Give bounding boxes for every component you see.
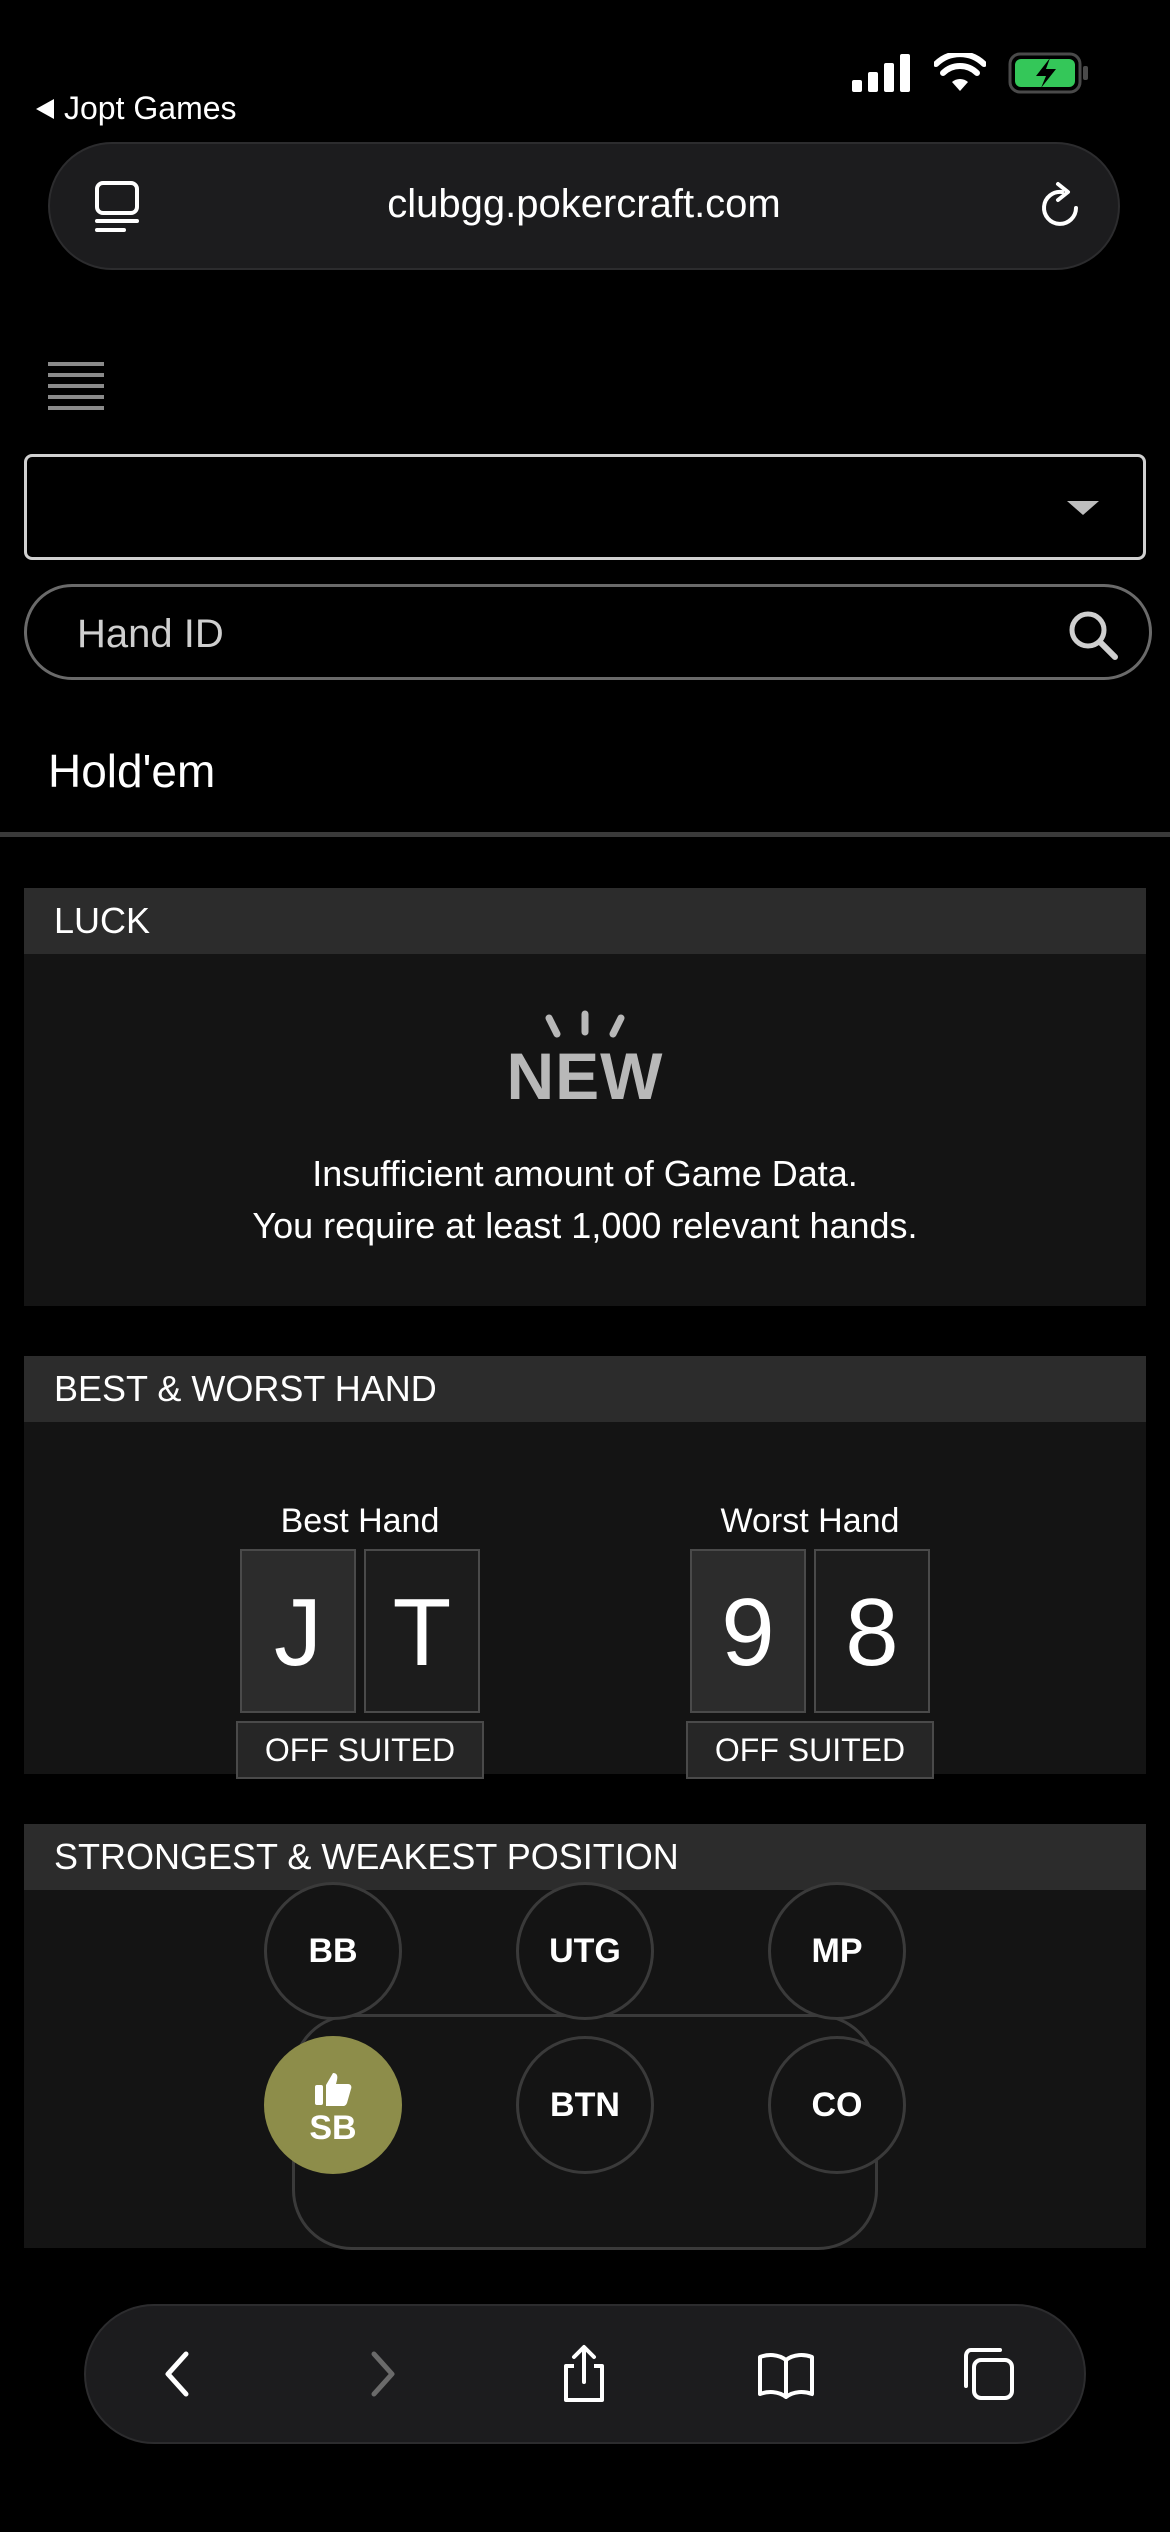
strongest-weakest-position-card: STRONGEST & WEAKEST POSITION BB UTG MP S… xyxy=(24,1824,1146,2250)
share-icon[interactable] xyxy=(554,2344,614,2404)
back-icon[interactable] xyxy=(148,2344,208,2404)
best-hand-card-2: T xyxy=(364,1549,480,1713)
tabs-icon[interactable] xyxy=(958,2344,1018,2404)
luck-message-line1: Insufficient amount of Game Data. xyxy=(312,1153,858,1194)
best-worst-hand-card: BEST & WORST HAND Best Hand J T OFF SUIT… xyxy=(24,1356,1146,1779)
wifi-icon xyxy=(934,53,986,91)
worst-hand-type: OFF SUITED xyxy=(686,1721,934,1779)
back-triangle-icon xyxy=(36,98,54,119)
worst-hand-card-2: 8 xyxy=(814,1549,930,1713)
seat-co: CO xyxy=(768,2036,906,2174)
luck-message-line2: You require at least 1,000 relevant hand… xyxy=(252,1205,918,1246)
reload-icon[interactable] xyxy=(1032,180,1088,236)
best-hand-card-1: J xyxy=(240,1549,356,1713)
seat-bb: BB xyxy=(264,1882,402,2020)
best-worst-card-title: BEST & WORST HAND xyxy=(24,1356,1146,1422)
search-icon[interactable] xyxy=(1067,609,1119,661)
seat-sb-label: SB xyxy=(309,2109,357,2147)
thumbs-up-icon xyxy=(315,2073,352,2106)
luck-card-title: LUCK xyxy=(24,888,1146,954)
seat-btn: BTN xyxy=(516,2036,654,2174)
luck-card: LUCK NEW Insufficient amount of Game Dat… xyxy=(24,888,1146,1306)
battery-charging-icon xyxy=(1008,52,1088,94)
back-app-label: Jopt Games xyxy=(64,90,237,126)
position-card-title: STRONGEST & WEAKEST POSITION xyxy=(24,1824,1146,1890)
club-select-dropdown[interactable] xyxy=(24,454,1146,560)
worst-hand-card-1: 9 xyxy=(690,1549,806,1713)
seat-mp: MP xyxy=(768,1882,906,2020)
seat-sb-strongest: SB xyxy=(264,2036,402,2174)
new-badge: NEW xyxy=(24,1010,1146,1114)
best-hand-type: OFF SUITED xyxy=(236,1721,484,1779)
address-bar[interactable]: clubgg.pokercraft.com xyxy=(48,142,1120,270)
hamburger-menu-icon[interactable] xyxy=(48,362,104,417)
worst-hand: Worst Hand 9 8 OFF SUITED xyxy=(686,1502,934,1779)
bookmarks-icon[interactable] xyxy=(756,2344,816,2404)
section-divider xyxy=(0,832,1170,837)
hand-id-input[interactable] xyxy=(75,603,979,665)
best-hand: Best Hand J T OFF SUITED xyxy=(236,1502,484,1779)
seat-utg: UTG xyxy=(516,1882,654,2020)
forward-icon[interactable] xyxy=(352,2344,412,2404)
luck-message: Insufficient amount of Game Data. You re… xyxy=(24,1148,1146,1252)
worst-hand-label: Worst Hand xyxy=(720,1502,900,1540)
redacted-selection xyxy=(57,457,503,527)
new-badge-text: NEW xyxy=(506,1039,664,1113)
game-type-title: Hold'em xyxy=(48,745,216,797)
chevron-down-icon xyxy=(1067,501,1099,515)
best-hand-label: Best Hand xyxy=(280,1502,440,1540)
hand-id-search[interactable] xyxy=(24,584,1152,680)
back-to-app-link[interactable]: Jopt Games xyxy=(36,90,237,127)
signal-icon xyxy=(852,54,910,92)
browser-toolbar xyxy=(84,2304,1086,2444)
status-icons xyxy=(852,52,1090,94)
url-text: clubgg.pokercraft.com xyxy=(387,182,781,226)
